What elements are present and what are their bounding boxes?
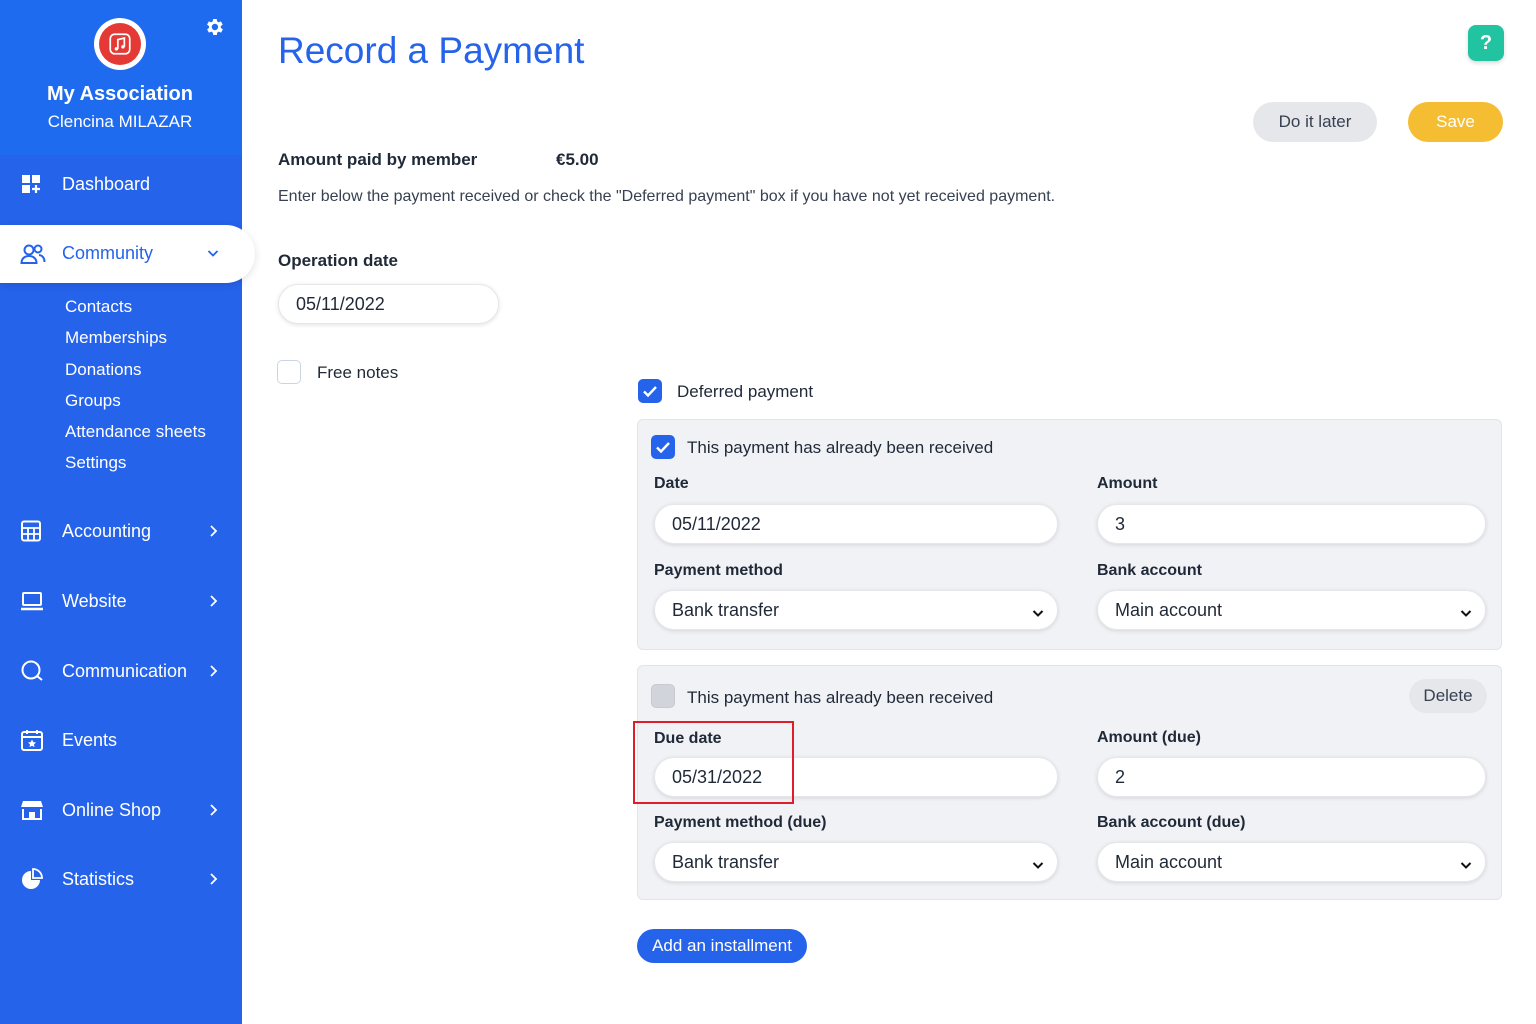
sub-donations[interactable]: Donations <box>65 360 142 380</box>
user-name: Clencina MILAZAR <box>47 112 193 131</box>
payment-method-label-1: Payment method <box>654 562 783 579</box>
due-date-highlight <box>633 721 794 804</box>
nav-events[interactable]: Events <box>0 720 242 760</box>
chat-bubble-icon <box>20 660 44 682</box>
nav-online-shop[interactable]: Online Shop <box>0 790 242 830</box>
association-logo[interactable] <box>94 18 146 70</box>
received-checkbox-1[interactable] <box>651 435 675 459</box>
sub-groups[interactable]: Groups <box>65 391 121 411</box>
amount-due-input[interactable]: 2 <box>1097 757 1486 797</box>
free-notes-checkbox[interactable] <box>277 360 301 384</box>
instructions-text: Enter below the payment received or chec… <box>278 188 1056 205</box>
chevron-down-icon <box>1031 856 1045 870</box>
amount-paid-label: Amount paid by member <box>278 150 478 169</box>
nav-accounting[interactable]: Accounting <box>0 511 242 551</box>
delete-installment-button[interactable]: Delete <box>1409 679 1487 713</box>
amount-input-1[interactable]: 3 <box>1097 504 1486 544</box>
payment-method-select-1[interactable]: Bank transfer <box>654 590 1058 630</box>
nav-statistics-label: Statistics <box>62 869 135 889</box>
payment-method-due-select[interactable]: Bank transfer <box>654 842 1058 882</box>
chevron-down-icon <box>1031 604 1045 618</box>
payment-method-due-label: Payment method (due) <box>654 814 827 831</box>
chevron-down-icon <box>206 246 220 260</box>
sub-contacts[interactable]: Contacts <box>65 297 132 317</box>
sidebar: My Association Clencina MILAZAR Dashboar… <box>0 0 255 1024</box>
bank-account-select-1[interactable]: Main account <box>1097 590 1486 630</box>
nav-community[interactable]: Community <box>0 225 255 283</box>
chevron-down-icon <box>1459 604 1473 618</box>
sub-settings[interactable]: Settings <box>65 453 126 473</box>
nav-communication-label: Communication <box>62 661 188 681</box>
chevron-right-icon <box>206 593 220 609</box>
payment-method-value-1: Bank transfer <box>672 599 780 620</box>
deferred-payment-checkbox[interactable] <box>638 379 662 403</box>
sidebar-header: My Association Clencina MILAZAR <box>0 0 242 155</box>
sub-memberships[interactable]: Memberships <box>65 328 167 348</box>
checkmark-icon <box>656 442 670 454</box>
bank-account-due-label: Bank account (due) <box>1097 814 1246 831</box>
chevron-down-icon <box>1459 856 1473 870</box>
bank-account-due-select[interactable]: Main account <box>1097 842 1486 882</box>
checkmark-icon <box>643 386 657 398</box>
nav-accounting-label: Accounting <box>62 521 152 541</box>
date-label-1: Date <box>654 475 689 492</box>
laptop-icon <box>20 590 44 612</box>
received-label-2: This payment has already been received <box>687 688 994 707</box>
shop-icon <box>20 799 44 821</box>
date-input-1[interactable]: 05/11/2022 <box>654 504 1058 544</box>
amount-due-label: Amount (due) <box>1097 729 1201 746</box>
users-icon <box>20 243 46 265</box>
dashboard-icon <box>20 173 44 195</box>
nav-website[interactable]: Website <box>0 581 242 621</box>
bank-account-label-1: Bank account <box>1097 562 1202 579</box>
nav-online-shop-label: Online Shop <box>62 800 162 820</box>
bank-account-due-value: Main account <box>1115 851 1223 872</box>
association-name: My Association <box>47 83 193 105</box>
chevron-right-icon <box>206 663 220 679</box>
payment-method-due-value: Bank transfer <box>672 851 780 872</box>
nav-website-label: Website <box>62 591 127 611</box>
pie-chart-icon <box>20 868 44 890</box>
page-title: Record a Payment <box>278 30 585 71</box>
music-note-icon <box>99 23 141 65</box>
received-label-1: This payment has already been received <box>687 438 994 457</box>
nav-community-label: Community <box>62 243 154 263</box>
add-installment-button[interactable]: Add an installment <box>637 929 807 963</box>
save-button[interactable]: Save <box>1408 102 1503 142</box>
calculator-icon <box>20 520 44 542</box>
calendar-icon <box>20 729 44 751</box>
operation-date-input[interactable]: 05/11/2022 <box>278 284 499 324</box>
free-notes-label: Free notes <box>317 363 399 382</box>
nav-statistics[interactable]: Statistics <box>0 859 242 899</box>
operation-date-label: Operation date <box>278 251 398 270</box>
nav-events-label: Events <box>62 730 118 750</box>
nav-dashboard-label: Dashboard <box>62 174 151 194</box>
amount-label-1: Amount <box>1097 475 1158 492</box>
chevron-right-icon <box>206 871 220 887</box>
gear-icon[interactable] <box>203 16 225 38</box>
chevron-right-icon <box>206 523 220 539</box>
do-it-later-button[interactable]: Do it later <box>1253 102 1377 142</box>
bank-account-value-1: Main account <box>1115 599 1223 620</box>
received-checkbox-2[interactable] <box>651 684 675 708</box>
sub-attendance-sheets[interactable]: Attendance sheets <box>65 422 206 442</box>
nav-dashboard[interactable]: Dashboard <box>0 164 242 204</box>
amount-paid-value: €5.00 <box>556 150 599 169</box>
chevron-right-icon <box>206 802 220 818</box>
deferred-payment-label: Deferred payment <box>677 382 814 401</box>
nav-communication[interactable]: Communication <box>0 651 242 691</box>
help-button[interactable]: ? <box>1468 25 1504 61</box>
